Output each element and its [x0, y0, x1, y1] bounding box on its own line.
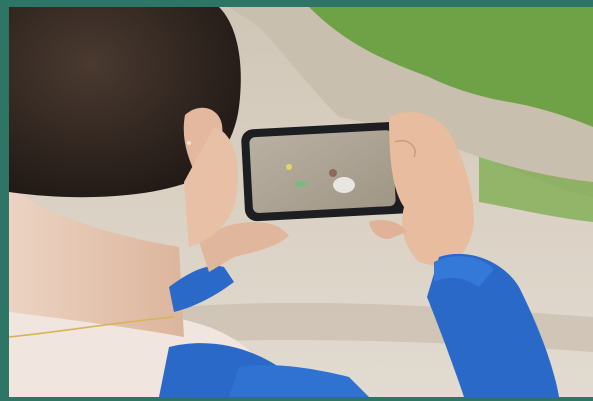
- litter-brown-icon: [329, 169, 337, 177]
- beach-litter-photo: [9, 7, 593, 397]
- phone-screen: [249, 130, 396, 213]
- litter-green-icon: [295, 181, 307, 187]
- photo-frame: [0, 0, 593, 401]
- litter-yellow-icon: [286, 164, 292, 170]
- litter-cup-icon: [333, 177, 355, 193]
- scene-illustration: [9, 7, 593, 397]
- earring: [187, 141, 191, 145]
